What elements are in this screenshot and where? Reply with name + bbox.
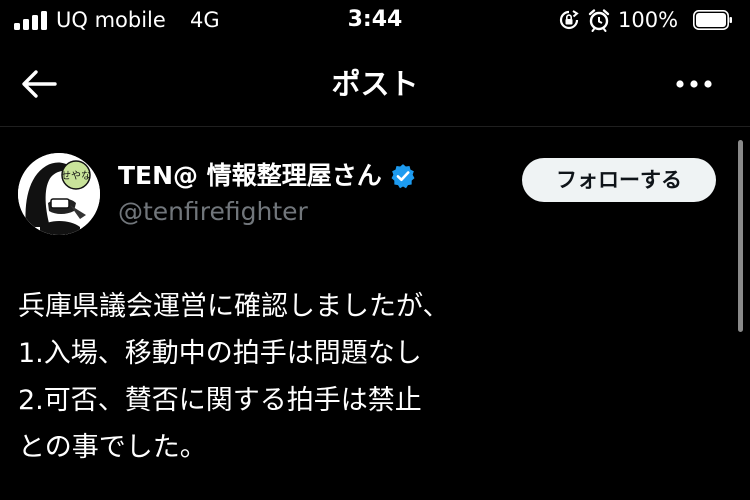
avatar[interactable]: せやな	[18, 153, 100, 235]
rotation-lock-icon	[559, 10, 579, 30]
follow-button[interactable]: フォローする	[522, 158, 716, 202]
scrollbar[interactable]	[738, 140, 743, 332]
battery-fill	[696, 13, 726, 27]
navigation-bar: ポスト	[0, 42, 750, 127]
post: せやな TEN@ 情報整理屋さん @tenfirefighter フォローする …	[0, 127, 750, 500]
screen: UQ mobile 4G 3:44 100% ポスト せやな TEN@ 情報整理…	[0, 0, 750, 500]
battery-icon	[693, 10, 732, 30]
verified-badge-icon	[391, 164, 415, 189]
post-text-line: 2.可否、賛否に関する拍手は禁止	[18, 385, 422, 416]
avatar-badge-text: せやな	[61, 170, 91, 182]
status-bar: UQ mobile 4G 3:44 100%	[0, 0, 750, 42]
more-horizontal-icon	[676, 80, 712, 88]
author-name-row: TEN@ 情報整理屋さん	[118, 160, 416, 192]
author-display-name[interactable]: TEN@ 情報整理屋さん	[118, 160, 382, 192]
more-options-button[interactable]	[668, 64, 720, 104]
post-text-line: 1.入場、移動中の拍手は問題なし	[18, 338, 422, 369]
avatar-image: せやな	[18, 153, 100, 235]
alarm-clock-icon	[588, 9, 610, 32]
battery-percentage: 100%	[618, 8, 679, 32]
post-text-line: との事でした。	[18, 432, 207, 463]
page-title: ポスト	[331, 67, 419, 101]
author-handle[interactable]: @tenfirefighter	[118, 196, 308, 228]
post-body: 兵庫県議会運営に確認しましたが、 1.入場、移動中の拍手は問題なし 2.可否、賛…	[18, 283, 718, 471]
post-text-line: 兵庫県議会運営に確認しましたが、	[18, 291, 450, 322]
